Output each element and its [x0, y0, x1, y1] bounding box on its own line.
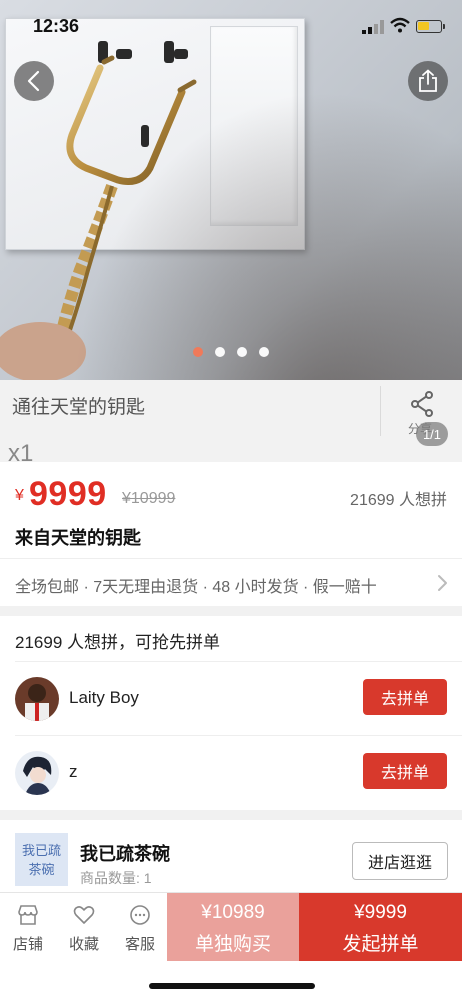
price-section: ¥ 9999 ¥10999 21699 人想拼	[0, 462, 462, 522]
home-indicator[interactable]	[149, 983, 315, 989]
buy-alone-button[interactable]: ¥10989 单独购买	[167, 893, 299, 961]
image-title: 通往天堂的钥匙	[12, 397, 146, 418]
store-logo[interactable]: 我已疏 茶碗	[15, 833, 68, 886]
favorite-tab[interactable]: 收藏	[56, 893, 112, 961]
gallery-dot[interactable]	[193, 347, 203, 357]
current-price: 9999	[29, 475, 107, 513]
group-header: 21699 人想拼，可抢先拼单	[15, 633, 220, 652]
product-image[interactable]	[0, 0, 462, 380]
image-quantity: x1	[8, 440, 34, 462]
buy-alone-label: 单独购买	[194, 934, 271, 955]
avatar[interactable]	[15, 677, 59, 721]
start-group-button[interactable]: ¥9999 发起拼单	[299, 893, 462, 961]
share-icon	[419, 69, 437, 92]
status-time: 12:36	[33, 16, 80, 36]
store-icon	[18, 905, 38, 925]
store-goods-count: 商品数量: 1	[80, 870, 152, 886]
customer-service-tab[interactable]: 客服	[112, 893, 168, 961]
service-row[interactable]: 全场包邮 · 7天无理由退货 · 48 小时发货 · 假一赔十	[0, 558, 462, 606]
start-group-label: 发起拼单	[342, 934, 419, 955]
group-user-name: Laity Boy	[69, 688, 139, 707]
join-group-button[interactable]: 去拼单	[363, 679, 447, 715]
store-tab[interactable]: 店铺	[0, 893, 56, 961]
gallery-dot[interactable]	[215, 347, 225, 357]
share-button[interactable]	[408, 61, 448, 101]
group-user-name: z	[69, 762, 78, 781]
bottom-action-bar: 店铺 收藏 客服 ¥10989 单独购买 ¥9999 发起拼单	[0, 892, 462, 961]
store-name: 我已疏茶碗	[80, 844, 170, 864]
chevron-right-icon	[438, 575, 447, 591]
status-bar: 12:36	[0, 0, 462, 44]
chevron-left-icon	[27, 70, 40, 92]
visit-store-button[interactable]: 进店逛逛	[352, 842, 448, 880]
avatar[interactable]	[15, 751, 59, 795]
image-title-strip: 通往天堂的钥匙 x1 分享	[0, 380, 462, 462]
heart-icon	[73, 906, 95, 924]
wants-count: 21699 人想拼	[350, 492, 447, 509]
join-group-button[interactable]: 去拼单	[363, 753, 447, 789]
buy-alone-price: ¥10989	[201, 902, 265, 923]
signal-icon	[362, 20, 384, 34]
chat-icon	[130, 905, 150, 925]
currency-symbol: ¥	[15, 487, 24, 504]
gallery-dot[interactable]	[259, 347, 269, 357]
service-text: 全场包邮 · 7天无理由退货 · 48 小时发货 · 假一赔十	[15, 579, 377, 596]
gallery-dot[interactable]	[237, 347, 247, 357]
image-counter: 1/1	[416, 422, 448, 446]
gallery-dots	[193, 347, 269, 357]
group-row: Laity Boy 去拼单	[0, 661, 462, 735]
group-price: ¥9999	[354, 902, 407, 923]
wifi-icon	[390, 17, 410, 33]
goods-name: 来自天堂的钥匙	[15, 528, 141, 548]
battery-icon	[416, 20, 445, 33]
group-row: z 去拼单	[0, 735, 462, 809]
original-price: ¥10999	[122, 490, 176, 507]
back-button[interactable]	[14, 61, 54, 101]
share-nodes-icon	[411, 391, 433, 417]
